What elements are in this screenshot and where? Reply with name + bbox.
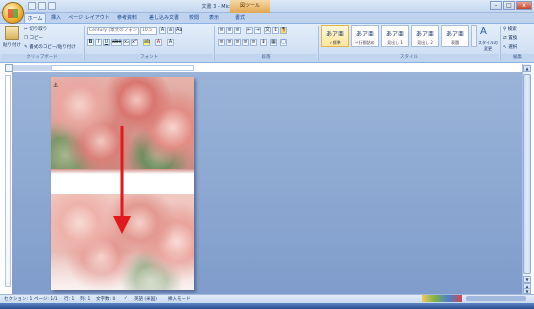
grow-font-icon[interactable]: A bbox=[159, 27, 166, 34]
multilevel-list-icon[interactable]: ≡ bbox=[234, 27, 241, 34]
status-section[interactable]: セクション: 1 bbox=[4, 296, 32, 302]
align-center-icon[interactable]: ≡ bbox=[226, 39, 233, 46]
shading-icon[interactable]: ▦ bbox=[270, 39, 277, 46]
anchor-icon: ⚓ bbox=[53, 82, 59, 89]
clear-format-icon[interactable]: Aa bbox=[175, 27, 182, 34]
paragraph-group-label: 段落 bbox=[215, 54, 317, 62]
zoom-slider[interactable] bbox=[466, 296, 526, 301]
cut-button[interactable]: ✂ 切り取り bbox=[24, 26, 47, 32]
tab-review[interactable]: 校閲 bbox=[186, 13, 202, 23]
char-shading-icon[interactable]: A bbox=[167, 39, 174, 46]
font-name-combo[interactable]: Century (本文のフォント - bbox=[87, 27, 139, 35]
show-marks-icon[interactable]: ¶ bbox=[280, 27, 287, 34]
tab-page-layout[interactable]: ページ レイアウト bbox=[68, 13, 110, 23]
tab-home[interactable]: ホーム bbox=[24, 13, 46, 23]
taskbar bbox=[0, 303, 534, 309]
status-mode[interactable]: 挿入モード bbox=[168, 296, 191, 302]
red-arrow bbox=[113, 126, 131, 234]
style-title[interactable]: あア亜 表題 bbox=[441, 25, 469, 47]
asian-layout-icon[interactable]: 文 bbox=[264, 27, 271, 34]
minimize-button[interactable]: – bbox=[490, 1, 502, 10]
style-normal[interactable]: あア亜 ✓標準 bbox=[321, 25, 349, 47]
horizontal-ruler[interactable] bbox=[51, 65, 194, 71]
status-line[interactable]: 行: 1 bbox=[64, 296, 74, 302]
styles-more-button[interactable] bbox=[471, 25, 477, 47]
bullets-icon[interactable]: ≡ bbox=[218, 27, 225, 34]
tab-format[interactable]: 書式 bbox=[232, 13, 248, 23]
styles-group-label: スタイル bbox=[319, 54, 499, 62]
scissors-icon: ✂ bbox=[24, 27, 28, 32]
replace-icon: ⇄ bbox=[503, 36, 507, 41]
select-icon: ↖ bbox=[503, 45, 507, 50]
justify-icon[interactable]: ≡ bbox=[242, 39, 249, 46]
status-words[interactable]: 文字数: 0 bbox=[96, 296, 115, 302]
borders-icon[interactable]: ▢ bbox=[280, 39, 287, 46]
style-heading-2[interactable]: あア亜 見出し 2 bbox=[411, 25, 439, 47]
sort-icon[interactable]: ↕ bbox=[272, 27, 279, 34]
style-no-spacing[interactable]: あア亜 ↵行間詰め bbox=[351, 25, 379, 47]
style-heading-1[interactable]: あア亜 見出し 1 bbox=[381, 25, 409, 47]
scroll-thumb[interactable] bbox=[523, 74, 531, 274]
increase-indent-icon[interactable]: ⇥ bbox=[254, 27, 261, 34]
align-left-icon[interactable]: ≡ bbox=[218, 39, 225, 46]
tab-references[interactable]: 参考資料 bbox=[114, 13, 140, 23]
underline-button[interactable]: U bbox=[103, 39, 110, 46]
distributed-icon[interactable]: ≡ bbox=[250, 39, 257, 46]
format-painter-button[interactable]: ✎ 書式のコピー/貼り付け bbox=[24, 44, 76, 50]
shrink-font-icon[interactable]: a bbox=[167, 27, 174, 34]
qat-repeat-icon[interactable] bbox=[48, 2, 56, 10]
horizontal-ruler-margin bbox=[13, 65, 51, 71]
align-right-icon[interactable]: ≡ bbox=[234, 39, 241, 46]
change-styles-icon[interactable]: A bbox=[480, 26, 487, 37]
line-spacing-icon[interactable]: ↨ bbox=[260, 39, 267, 46]
font-group-label: フォント bbox=[85, 54, 213, 62]
copy-icon: ❐ bbox=[24, 36, 29, 41]
copy-button[interactable]: ❐ コピー bbox=[24, 35, 43, 41]
bold-button[interactable]: B bbox=[87, 39, 94, 46]
decrease-indent-icon[interactable]: ⇤ bbox=[246, 27, 253, 34]
paste-button[interactable]: 貼り付け bbox=[3, 42, 21, 48]
picture-tools-context-tab: 図ツール bbox=[230, 0, 270, 13]
office-logo-icon bbox=[8, 9, 18, 18]
tab-mailings[interactable]: 差し込み文書 bbox=[146, 13, 182, 23]
select-button[interactable]: ↖ 選択 bbox=[503, 44, 517, 50]
tab-view[interactable]: 表示 bbox=[206, 13, 222, 23]
superscript-button[interactable]: x² bbox=[131, 39, 138, 46]
brush-icon: ✎ bbox=[24, 45, 28, 50]
proofing-icon[interactable]: ✓ bbox=[124, 296, 128, 301]
editing-group-label: 編集 bbox=[501, 54, 534, 62]
highlight-button[interactable]: ab bbox=[143, 39, 150, 46]
subscript-button[interactable]: x₂ bbox=[123, 39, 130, 46]
status-language[interactable]: 英語 (米国) bbox=[134, 296, 157, 302]
change-styles-button[interactable]: スタイルの変更 bbox=[478, 40, 498, 52]
vertical-ruler[interactable] bbox=[5, 75, 11, 287]
font-size-combo[interactable]: 10.5 bbox=[140, 27, 157, 35]
qat-undo-icon[interactable] bbox=[38, 2, 46, 10]
status-page[interactable]: ページ: 1/1 bbox=[34, 296, 58, 302]
status-column[interactable]: 列: 1 bbox=[80, 296, 90, 302]
qat-save-icon[interactable] bbox=[28, 2, 36, 10]
maximize-button[interactable]: □ bbox=[503, 1, 515, 10]
paste-icon[interactable] bbox=[5, 26, 19, 40]
tab-selector[interactable] bbox=[5, 64, 13, 72]
binoculars-icon: ⚲ bbox=[503, 27, 507, 32]
font-color-button[interactable]: A bbox=[155, 39, 162, 46]
italic-button[interactable]: I bbox=[95, 39, 102, 46]
clipboard-group-label: クリップボード bbox=[1, 54, 83, 62]
office-button[interactable] bbox=[2, 2, 24, 24]
find-button[interactable]: ⚲ 検索 bbox=[503, 26, 517, 32]
view-buttons[interactable] bbox=[422, 295, 462, 302]
close-button[interactable]: x bbox=[516, 1, 532, 10]
scroll-down-icon[interactable]: ▼ bbox=[523, 276, 531, 283]
strikethrough-button[interactable]: abe bbox=[111, 39, 122, 46]
scroll-up-icon[interactable]: ▲ bbox=[523, 65, 531, 72]
numbering-icon[interactable]: ≡ bbox=[226, 27, 233, 34]
replace-button[interactable]: ⇄ 置換 bbox=[503, 35, 517, 41]
tab-insert[interactable]: 挿入 bbox=[48, 13, 64, 23]
